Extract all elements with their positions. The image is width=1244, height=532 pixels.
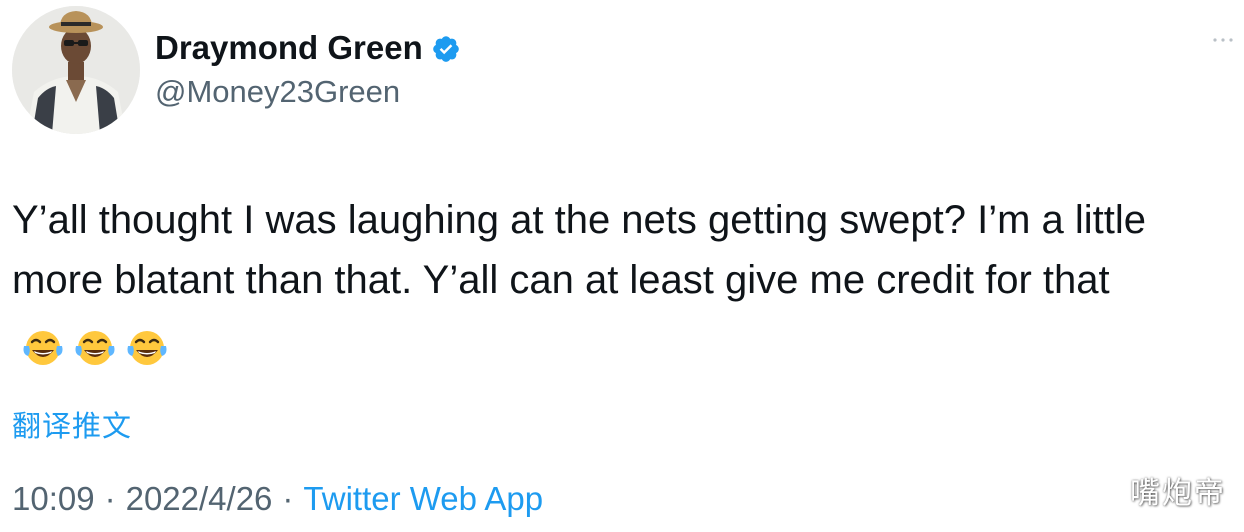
tweet-time[interactable]: 10:09: [12, 480, 95, 517]
face-with-tears-of-joy-icon: [20, 327, 66, 369]
tweet-body: Y’all thought I was laughing at the nets…: [12, 198, 1147, 302]
display-name[interactable]: Draymond Green: [155, 28, 461, 68]
tweet-meta: 10:09 · 2022/4/26 · Twitter Web App: [12, 478, 543, 520]
display-name-text: Draymond Green: [155, 29, 423, 66]
tweet-source-link[interactable]: Twitter Web App: [303, 480, 543, 517]
more-options-icon[interactable]: [1212, 36, 1234, 50]
face-with-tears-of-joy-icon: [72, 327, 118, 369]
avatar[interactable]: [12, 6, 140, 134]
avatar-photo: [12, 6, 140, 134]
meta-separator: ·: [104, 480, 116, 517]
tweet-date[interactable]: 2022/4/26: [126, 480, 273, 517]
meta-separator: ·: [282, 480, 294, 517]
watermark: 嘴炮帝: [1130, 476, 1226, 511]
translate-tweet-link[interactable]: 翻译推文: [12, 408, 132, 444]
face-with-tears-of-joy-icon: [124, 327, 170, 369]
tweet-text: Y’all thought I was laughing at the nets…: [12, 190, 1227, 376]
emoji-group: [20, 316, 176, 376]
verified-badge-icon: [431, 33, 461, 63]
user-handle[interactable]: @Money23Green: [155, 73, 400, 111]
